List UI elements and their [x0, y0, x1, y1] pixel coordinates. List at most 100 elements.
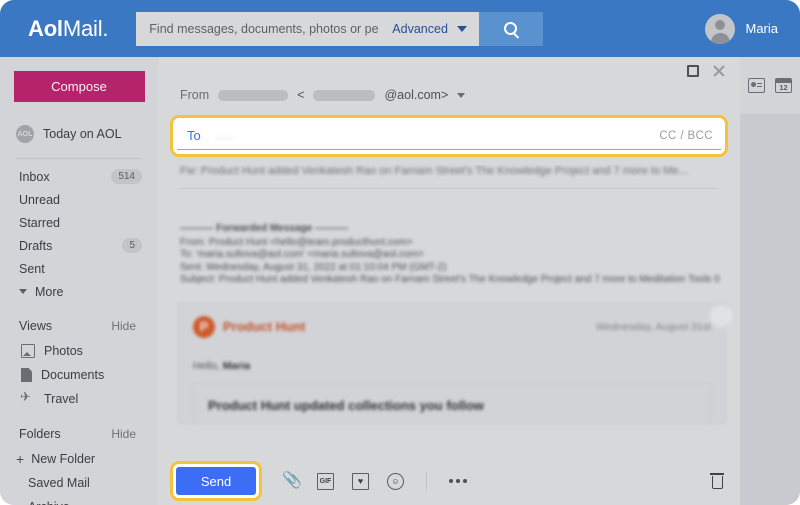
- sidebar-item-archive[interactable]: Archive: [0, 495, 158, 505]
- airplane-icon: [20, 389, 35, 406]
- new-folder-button[interactable]: + New Folder: [0, 447, 158, 471]
- sidebar-item-label: Inbox: [19, 169, 50, 184]
- cc-bcc-toggle[interactable]: CC / BCC: [659, 130, 713, 142]
- sidebar-item-sent[interactable]: Sent: [0, 257, 158, 280]
- sticker-icon[interactable]: ♥: [352, 472, 369, 490]
- plus-icon: +: [16, 451, 25, 467]
- subject-preview: Fw: Product Hunt added Venkatesh Rao on …: [180, 165, 688, 177]
- emoji-icon[interactable]: ☺: [387, 472, 404, 490]
- forwarded-to: To: 'maria.sultova@aol.com' <maria.sulto…: [180, 249, 424, 260]
- newsletter-headline: Product Hunt updated collections you fol…: [208, 397, 484, 413]
- sidebar-item-today-on-aol[interactable]: AOL Today on AOL: [0, 120, 158, 148]
- sidebar-item-documents[interactable]: Documents: [0, 363, 158, 387]
- search-icon: [504, 22, 518, 35]
- trash-icon[interactable]: [710, 473, 724, 489]
- folders-section-header: Folders Hide: [0, 421, 158, 447]
- search-button[interactable]: [478, 11, 543, 46]
- aol-mail-logo[interactable]: AolMail.: [28, 16, 108, 42]
- product-hunt-logo-icon: [193, 315, 215, 338]
- compose-button[interactable]: Compose: [13, 71, 145, 102]
- chevron-down-icon: [457, 92, 466, 98]
- more-label: More: [35, 284, 64, 299]
- sidebar-item-more[interactable]: More: [0, 280, 158, 303]
- to-field-highlight: To ...... CC / BCC: [170, 115, 728, 157]
- sidebar-item-label: Sent: [19, 261, 45, 276]
- newsletter-inner-block: Product Hunt updated collections you fol…: [193, 382, 711, 423]
- from-row[interactable]: From < @aol.com>: [158, 79, 740, 111]
- search-placeholder: Find messages, documents, photos or pe: [149, 21, 379, 36]
- from-angle-open: <: [297, 88, 305, 102]
- contacts-icon[interactable]: [748, 78, 765, 93]
- brand-mail: Mail.: [62, 15, 109, 41]
- chevron-down-icon: [456, 25, 467, 32]
- right-rail: 12: [740, 57, 800, 505]
- forwarded-sent: Sent: Wednesday, August 31, 2022 at 01:1…: [180, 261, 447, 273]
- forwarded-label: ---------- Forwarded Message ----------: [180, 223, 349, 234]
- gif-icon[interactable]: GIF: [317, 472, 334, 490]
- sidebar-item-travel[interactable]: Travel: [0, 387, 158, 411]
- compose-tools: GIF ♥ ☺: [282, 470, 467, 490]
- views-hide-toggle[interactable]: Hide: [111, 319, 136, 333]
- from-address-redacted: [313, 89, 376, 101]
- sidebar: Compose AOL Today on AOL Inbox 514 Unrea…: [0, 57, 158, 505]
- document-icon: [21, 368, 32, 382]
- newsletter-card: Product Hunt Wednesday, August 31st Hell…: [178, 302, 726, 424]
- sidebar-divider: [16, 158, 142, 159]
- compose-window: From < @aol.com> To ...... CC / BCC Fw: …: [158, 57, 740, 505]
- views-title: Views: [19, 319, 53, 333]
- to-input[interactable]: ......: [215, 130, 660, 142]
- close-icon[interactable]: [712, 64, 726, 78]
- send-button[interactable]: Send: [176, 467, 256, 495]
- to-field[interactable]: To ...... CC / BCC: [177, 122, 721, 150]
- sidebar-item-label: Documents: [41, 368, 105, 382]
- sidebar-item-saved-mail[interactable]: Saved Mail: [0, 471, 158, 495]
- advanced-search-dropdown[interactable]: Advanced: [388, 11, 479, 46]
- photo-icon: [21, 344, 35, 358]
- drafts-count-badge: 5: [122, 238, 142, 253]
- inbox-count-badge: 514: [111, 169, 142, 184]
- sidebar-item-label: Photos: [44, 344, 83, 358]
- send-button-highlight: Send: [170, 461, 262, 501]
- toolbar-separator: [426, 472, 427, 490]
- carousel-next-icon[interactable]: [710, 305, 732, 327]
- more-options-icon[interactable]: [449, 479, 467, 483]
- sidebar-item-photos[interactable]: Photos: [0, 339, 158, 363]
- message-body[interactable]: Fw: Product Hunt added Venkatesh Rao on …: [158, 165, 740, 457]
- user-name: Maria: [745, 21, 778, 36]
- compose-toolbar: Send GIF ♥ ☺: [158, 457, 740, 505]
- search-input[interactable]: Find messages, documents, photos or pe: [136, 11, 389, 46]
- folders-hide-toggle[interactable]: Hide: [111, 427, 136, 441]
- from-name-redacted: [218, 89, 289, 101]
- forwarded-subject: Subject: Product Hunt added Venkatesh Ra…: [180, 274, 720, 285]
- sidebar-item-unread[interactable]: Unread: [0, 188, 158, 211]
- right-rail-icons: 12: [740, 57, 800, 114]
- sidebar-item-label: Travel: [44, 392, 79, 406]
- newsletter-date: Wednesday, August 31st: [595, 320, 711, 333]
- newsletter-brand: Product Hunt: [223, 319, 306, 334]
- aol-mail-app: AolMail. Find messages, documents, photo…: [0, 0, 800, 505]
- newsletter-greeting: Hello, Maria: [193, 360, 711, 372]
- calendar-day: 12: [779, 83, 788, 92]
- top-header-bar: AolMail. Find messages, documents, photo…: [0, 0, 800, 57]
- to-label: To: [187, 128, 201, 143]
- sidebar-item-starred[interactable]: Starred: [0, 211, 158, 234]
- sidebar-item-label: Unread: [19, 192, 60, 207]
- today-on-aol-label: Today on AOL: [43, 127, 122, 141]
- brand-aol: Aol: [28, 15, 63, 41]
- folders-title: Folders: [19, 427, 61, 441]
- greeting-prefix: Hello,: [193, 359, 223, 372]
- sidebar-item-drafts[interactable]: Drafts 5: [0, 234, 158, 257]
- sidebar-item-label: Starred: [19, 215, 60, 230]
- search-area: Find messages, documents, photos or pe A…: [136, 11, 543, 46]
- calendar-icon[interactable]: 12: [775, 78, 792, 93]
- sidebar-item-label: Drafts: [19, 238, 53, 253]
- maximize-icon[interactable]: [687, 65, 699, 77]
- user-account-menu[interactable]: Maria: [705, 13, 778, 44]
- views-section-header: Views Hide: [0, 313, 158, 339]
- greeting-name: Maria: [222, 359, 251, 372]
- sidebar-item-inbox[interactable]: Inbox 514: [0, 165, 158, 188]
- paperclip-icon[interactable]: [282, 470, 302, 490]
- aol-badge-icon: AOL: [16, 125, 34, 143]
- compose-window-controls: [687, 64, 726, 78]
- chevron-down-icon: [19, 289, 27, 294]
